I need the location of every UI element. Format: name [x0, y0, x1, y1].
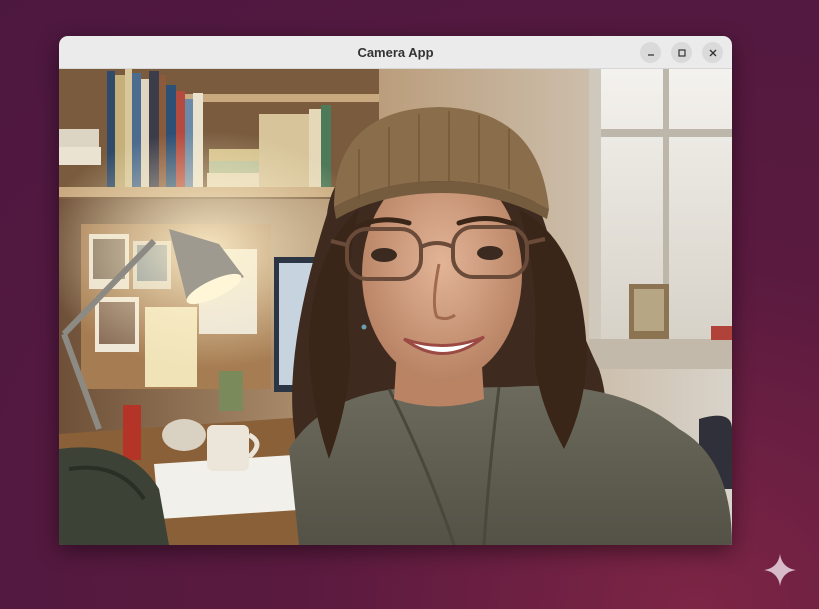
window-controls — [640, 42, 723, 63]
maximize-button[interactable] — [671, 42, 692, 63]
minimize-button[interactable] — [640, 42, 661, 63]
camera-viewport — [59, 69, 732, 545]
minimize-icon — [647, 53, 654, 56]
maximize-icon — [677, 48, 686, 57]
close-icon — [709, 49, 716, 56]
selfie-scene — [59, 69, 732, 545]
window-title: Camera App — [357, 44, 434, 60]
camera-app-window: Camera App — [59, 36, 732, 545]
close-button[interactable] — [702, 42, 723, 63]
camera-preview-image — [59, 69, 732, 545]
sparkle-icon — [764, 554, 796, 586]
title-bar[interactable]: Camera App — [59, 36, 732, 69]
